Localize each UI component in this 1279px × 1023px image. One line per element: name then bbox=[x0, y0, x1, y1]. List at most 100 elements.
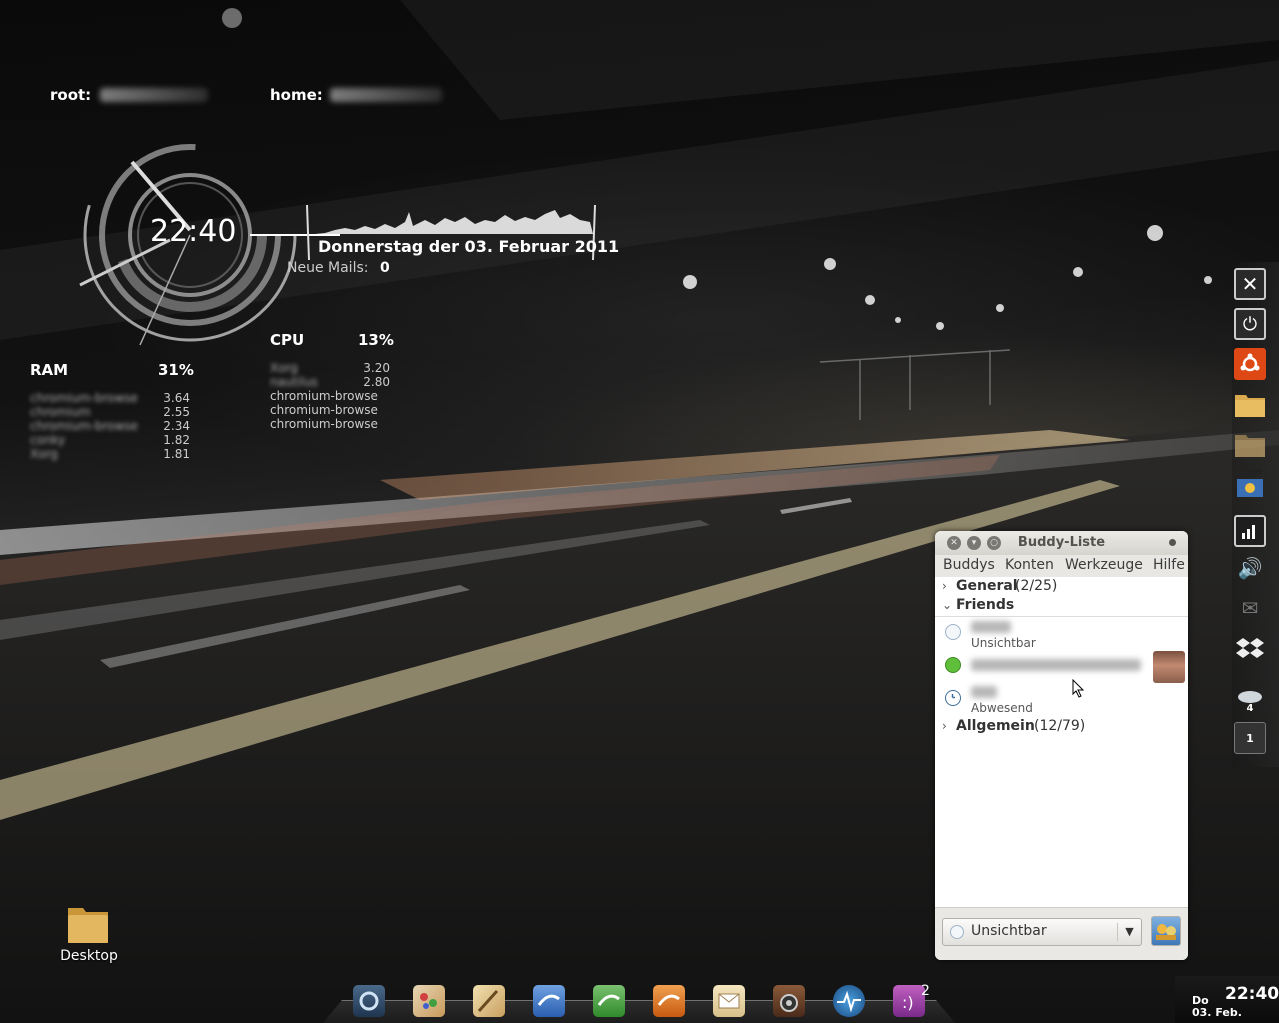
mails-label: Neue Mails: bbox=[287, 260, 369, 276]
status-selector-label: Unsichtbar bbox=[971, 923, 1047, 939]
process-value: 1.81 bbox=[163, 447, 190, 461]
process-value: 3.20 bbox=[363, 361, 390, 375]
ram-process-row: chromium-browse 3.64 bbox=[30, 391, 190, 405]
buddy-name bbox=[971, 659, 1141, 671]
group-name: Allgemein bbox=[956, 718, 1035, 734]
home-usage-value bbox=[330, 88, 442, 102]
menu-konten[interactable]: Konten bbox=[1005, 557, 1054, 573]
speaker-app-icon[interactable] bbox=[773, 985, 805, 1017]
buddy-list-window: ✕ ▾ ○ Buddy-Liste Buddys Konten Werkzeug… bbox=[935, 531, 1188, 960]
clapper-icon[interactable] bbox=[1234, 468, 1266, 500]
process-name: chromium-browse bbox=[30, 419, 138, 433]
close-icon[interactable]: ✕ bbox=[1234, 268, 1266, 300]
folder-icon[interactable] bbox=[1234, 388, 1266, 420]
process-name: nautilus bbox=[270, 375, 318, 389]
desktop-icon-label: Desktop bbox=[60, 948, 118, 964]
dropbox-icon[interactable] bbox=[1234, 632, 1266, 664]
buddy-status: Abwesend bbox=[971, 701, 1033, 715]
buddy-row[interactable]: Unsichtbar bbox=[935, 621, 1188, 655]
impress-icon[interactable] bbox=[653, 985, 685, 1017]
buddy-status: Unsichtbar bbox=[971, 636, 1036, 650]
cpu-label: CPU bbox=[270, 331, 305, 349]
speaker-icon[interactable]: 🔊 bbox=[1234, 552, 1266, 584]
weather-badge: 4 bbox=[1246, 702, 1254, 714]
buddy-name bbox=[971, 686, 997, 698]
menu-hilfe[interactable]: Hilfe bbox=[1153, 557, 1185, 573]
process-value: 2.34 bbox=[163, 419, 190, 433]
ram-process-row: conky 1.82 bbox=[30, 433, 190, 447]
chevron-down-icon: ⌄ bbox=[942, 598, 953, 612]
cpu-process-row: chromium-browse bbox=[270, 389, 390, 403]
process-value: 2.80 bbox=[363, 375, 390, 389]
cpu-percent: 13% bbox=[358, 331, 394, 349]
writer-icon[interactable] bbox=[533, 985, 565, 1017]
buddy-name bbox=[971, 621, 1011, 633]
window-title: Buddy-Liste bbox=[1017, 535, 1106, 550]
status-bar: Unsichtbar ▼ bbox=[935, 907, 1188, 960]
ram-process-row: chromium 2.55 bbox=[30, 405, 190, 419]
power-icon[interactable]: ⏻ bbox=[1234, 308, 1266, 340]
process-name: Xorg bbox=[270, 361, 298, 375]
process-name: chromium-browse bbox=[30, 391, 138, 405]
process-value: 2.55 bbox=[163, 405, 190, 419]
cpu-process-row: nautilus 2.80 bbox=[270, 375, 390, 389]
process-name: chromium-browse bbox=[270, 417, 378, 431]
root-usage-value bbox=[100, 88, 208, 102]
menu-buddys[interactable]: Buddys bbox=[943, 557, 995, 573]
group-allgemein[interactable]: › Allgemein (12/79) bbox=[935, 718, 1188, 738]
cpu-process-row: chromium-browse bbox=[270, 403, 390, 417]
group-name: General bbox=[956, 578, 1018, 594]
process-name: chromium bbox=[30, 405, 91, 419]
mail-client-icon[interactable] bbox=[713, 985, 745, 1017]
mail-icon[interactable]: ✉ bbox=[1234, 592, 1266, 624]
buddy-avatar bbox=[1153, 651, 1185, 683]
home-label: home: bbox=[270, 86, 323, 104]
workspace-badge: 1 bbox=[1246, 731, 1254, 745]
menubar: Buddys Konten Werkzeuge Hilfe bbox=[935, 555, 1188, 577]
clock-time: 22:40 bbox=[150, 214, 237, 249]
system-monitor-icon[interactable] bbox=[833, 985, 865, 1017]
process-name: chromium-browse bbox=[270, 403, 378, 417]
desktop-folder-icon[interactable]: Desktop bbox=[56, 900, 122, 970]
process-value: 1.82 bbox=[163, 433, 190, 447]
tray-date: 03. Feb. bbox=[1192, 1006, 1242, 1019]
chevron-right-icon: › bbox=[942, 579, 947, 593]
folder-icon[interactable] bbox=[1234, 428, 1266, 460]
buddy-row[interactable] bbox=[935, 651, 1188, 698]
group-count: (12/79) bbox=[1034, 718, 1086, 734]
ram-process-row: Xorg 1.81 bbox=[30, 447, 190, 461]
pin-icon[interactable] bbox=[1169, 539, 1176, 546]
menu-werkzeuge[interactable]: Werkzeuge bbox=[1065, 557, 1143, 573]
buddy-row[interactable]: Abwesend bbox=[935, 686, 1188, 720]
invisible-status-icon bbox=[950, 925, 964, 939]
buddy-icon-button[interactable] bbox=[1151, 916, 1181, 946]
away-clock-icon bbox=[945, 690, 961, 706]
workspace-icon[interactable]: 1 bbox=[1234, 722, 1266, 754]
screenshot-icon[interactable] bbox=[353, 985, 385, 1017]
pidgin-badge: 2 bbox=[921, 983, 930, 999]
process-value: 3.64 bbox=[163, 391, 190, 405]
weather-icon[interactable]: 4 bbox=[1234, 684, 1266, 716]
draw-icon[interactable] bbox=[473, 985, 505, 1017]
group-friends[interactable]: ⌄ Friends bbox=[935, 597, 1188, 617]
group-count: (2/25) bbox=[1015, 578, 1058, 594]
calc-icon[interactable] bbox=[593, 985, 625, 1017]
process-name: conky bbox=[30, 433, 66, 447]
tray-time: 22:40 bbox=[1225, 984, 1279, 1004]
ram-percent: 31% bbox=[158, 361, 194, 379]
mails-count: 0 bbox=[380, 260, 390, 276]
svg-text::): :) bbox=[902, 993, 914, 1012]
ubuntu-icon[interactable] bbox=[1234, 348, 1266, 380]
tray-clock[interactable]: Do 03. Feb. 22:40 bbox=[1175, 976, 1279, 1023]
ram-label: RAM bbox=[30, 361, 69, 379]
signal-icon[interactable] bbox=[1234, 515, 1266, 547]
root-label: root: bbox=[50, 86, 92, 104]
status-selector[interactable]: Unsichtbar ▼ bbox=[942, 918, 1142, 946]
process-name: chromium-browse bbox=[270, 389, 378, 403]
bottom-dock: :) 2 bbox=[323, 980, 955, 1023]
image-viewer-icon[interactable] bbox=[413, 985, 445, 1017]
titlebar[interactable]: ✕ ▾ ○ Buddy-Liste bbox=[935, 531, 1188, 555]
group-general[interactable]: › General (2/25) bbox=[935, 578, 1188, 598]
date-text: Donnerstag der 03. Februar 2011 bbox=[318, 237, 620, 256]
cpu-process-row: chromium-browse bbox=[270, 417, 390, 431]
